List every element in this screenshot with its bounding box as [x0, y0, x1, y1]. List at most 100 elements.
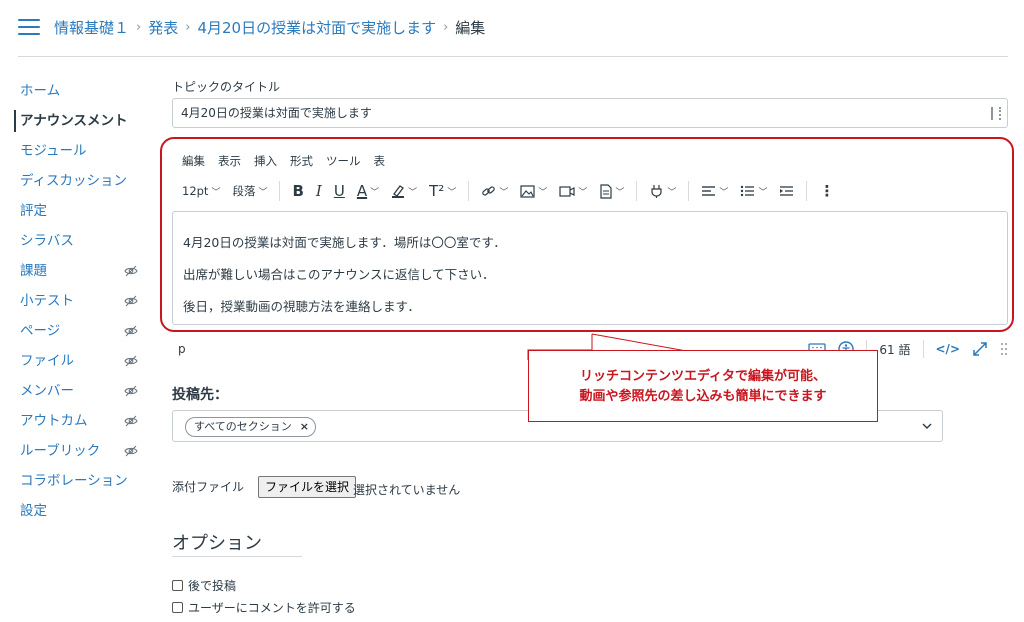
- allow-comments-checkbox[interactable]: ユーザーにコメントを許可する: [172, 599, 356, 616]
- main-content: トピックのタイトル 4月20日の授業は対面で実施します 編集 表示 挿入 形式 ツール表…: [160, 0, 1014, 622]
- sidebar-item[interactable]: 課題: [0, 256, 150, 286]
- html-editor-toggle[interactable]: </>: [936, 342, 961, 356]
- sidebar-item[interactable]: ホーム: [0, 76, 150, 106]
- sidebar-item[interactable]: ページ: [0, 316, 150, 346]
- rich-content-editor[interactable]: 4月20日の授業は対面で実施します．場所は〇〇室です． 出席が難しい場合はこのア…: [172, 211, 1008, 325]
- editor-menu-item[interactable]: 形式: [290, 153, 313, 169]
- text-color-button[interactable]: A ﹀: [357, 182, 379, 200]
- sidebar-item[interactable]: 設定: [0, 496, 150, 526]
- topic-title-value: 4月20日の授業は対面で実施します: [181, 106, 372, 120]
- more-vertical-icon[interactable]: ⋮: [819, 182, 834, 200]
- delay-posting-checkbox[interactable]: 後で投稿: [172, 577, 236, 594]
- indent-button[interactable]: [779, 185, 794, 197]
- breadcrumb-separator-icon: ›: [136, 20, 142, 35]
- sidebar-item[interactable]: アウトカム: [0, 406, 150, 436]
- media-button[interactable]: ﹀: [559, 185, 587, 198]
- delay-posting-label: 後で投稿: [188, 579, 237, 593]
- sidebar-item-label: 評定: [20, 203, 47, 219]
- link-icon: [482, 185, 496, 196]
- editor-paragraph: 4月20日の授業は対面で実施します．場所は〇〇室です．: [183, 235, 506, 250]
- chevron-down-icon: ﹀: [370, 187, 380, 198]
- editor-menubar: 編集 表示 挿入 形式 ツール表: [182, 153, 398, 169]
- fullscreen-icon[interactable]: [972, 341, 988, 357]
- chevron-down-icon: ﹀: [667, 187, 677, 198]
- sidebar-item-label: シラバス: [20, 233, 74, 249]
- link-button[interactable]: ﹀: [481, 184, 508, 199]
- password-manager-icon[interactable]: [991, 107, 1001, 120]
- video-icon: [559, 185, 575, 197]
- document-button[interactable]: ﹀: [599, 183, 625, 199]
- resize-handle-icon[interactable]: [1000, 341, 1008, 357]
- sidebar-item-label: 課題: [20, 263, 47, 279]
- sidebar-item[interactable]: ファイル: [0, 346, 150, 376]
- options-heading: オプション: [172, 533, 262, 554]
- hamburger-menu-icon[interactable]: [18, 19, 40, 35]
- chevron-down-icon: ﹀: [447, 187, 457, 198]
- sidebar-item[interactable]: アナウンスメント: [0, 106, 150, 136]
- highlighter-icon: [392, 185, 405, 198]
- list-button[interactable]: ﹀: [740, 185, 767, 198]
- toolbar-divider: [468, 181, 470, 201]
- breadcrumb-course[interactable]: 情報基礎１: [54, 17, 129, 38]
- superscript-icon: T²: [429, 182, 445, 200]
- chevron-down-icon: ﹀: [615, 187, 625, 198]
- section-chip: すべてのセクション ×: [185, 417, 317, 437]
- document-icon: [600, 183, 612, 199]
- sidebar-item-label: ホーム: [20, 83, 61, 99]
- sidebar-item-label: ページ: [20, 323, 61, 339]
- sidebar-item[interactable]: 評定: [0, 196, 150, 226]
- choose-file-button[interactable]: ファイルを選択: [258, 476, 357, 498]
- sidebar-item[interactable]: シラバス: [0, 226, 150, 256]
- checkbox-icon[interactable]: [172, 602, 183, 613]
- editor-menu-item[interactable]: ツール: [326, 153, 361, 169]
- topic-title-input[interactable]: 4月20日の授業は対面で実施します: [172, 98, 1008, 128]
- align-button[interactable]: ﹀: [701, 185, 728, 198]
- chevron-down-icon: ﹀: [258, 187, 268, 198]
- toolbar-divider: [636, 181, 638, 201]
- checkbox-icon[interactable]: [172, 580, 183, 591]
- italic-icon[interactable]: I: [316, 182, 322, 200]
- sidebar-item[interactable]: 小テスト: [0, 286, 150, 316]
- font-size-select[interactable]: 12pt ﹀: [182, 184, 220, 198]
- chevron-down-icon: ﹀: [408, 187, 418, 198]
- editor-menu-item[interactable]: 表: [374, 153, 386, 169]
- sidebar-item-label: ルーブリック: [20, 443, 101, 459]
- options-divider: [172, 556, 302, 557]
- eye-hidden-icon: [124, 265, 138, 277]
- sidebar-item-label: コラボレーション: [20, 473, 128, 489]
- eye-hidden-icon: [124, 355, 138, 367]
- bold-icon[interactable]: B: [292, 182, 303, 200]
- apps-button[interactable]: ﹀: [649, 184, 676, 199]
- align-left-icon: [702, 186, 716, 196]
- editor-menu-item[interactable]: 挿入: [254, 153, 277, 169]
- bullet-list-icon: [741, 185, 755, 197]
- sidebar-item[interactable]: コラボレーション: [0, 466, 150, 496]
- sidebar-item[interactable]: ルーブリック: [0, 436, 150, 466]
- section-chip-label: すべてのセクション: [194, 420, 292, 433]
- chevron-down-icon: ﹀: [538, 187, 548, 198]
- editor-menu-item[interactable]: 編集: [182, 153, 205, 169]
- remove-chip-icon[interactable]: ×: [300, 418, 309, 436]
- editor-menu-item[interactable]: 表示: [218, 153, 241, 169]
- sidebar-item[interactable]: モジュール: [0, 136, 150, 166]
- sidebar-item[interactable]: メンバー: [0, 376, 150, 406]
- sidebar-item[interactable]: ディスカッション: [0, 166, 150, 196]
- underline-icon[interactable]: U: [334, 182, 345, 200]
- text-color-icon: A: [356, 182, 368, 200]
- sidebar-item-label: アナウンスメント: [20, 113, 128, 129]
- chevron-down-icon: ﹀: [719, 187, 729, 198]
- chevron-down-icon[interactable]: [922, 421, 932, 431]
- sidebar-item-label: 小テスト: [20, 293, 74, 309]
- block-format-select[interactable]: 段落 ﹀: [232, 183, 267, 199]
- attachment-label: 添付ファイル: [172, 480, 245, 494]
- superscript-button[interactable]: T² ﹀: [429, 182, 456, 200]
- chevron-down-icon: ﹀: [211, 187, 221, 198]
- highlight-color-button[interactable]: ﹀: [391, 184, 417, 198]
- no-file-selected-text: 選択されていません: [353, 483, 461, 497]
- sidebar-item-label: ファイル: [20, 353, 74, 369]
- chevron-down-icon: ﹀: [499, 187, 509, 198]
- element-path[interactable]: p: [178, 342, 186, 356]
- sidebar-item-label: 設定: [20, 503, 47, 519]
- editor-paragraph: 後日，授業動画の視聴方法を連絡します．: [183, 299, 421, 314]
- image-button[interactable]: ﹀: [520, 184, 548, 198]
